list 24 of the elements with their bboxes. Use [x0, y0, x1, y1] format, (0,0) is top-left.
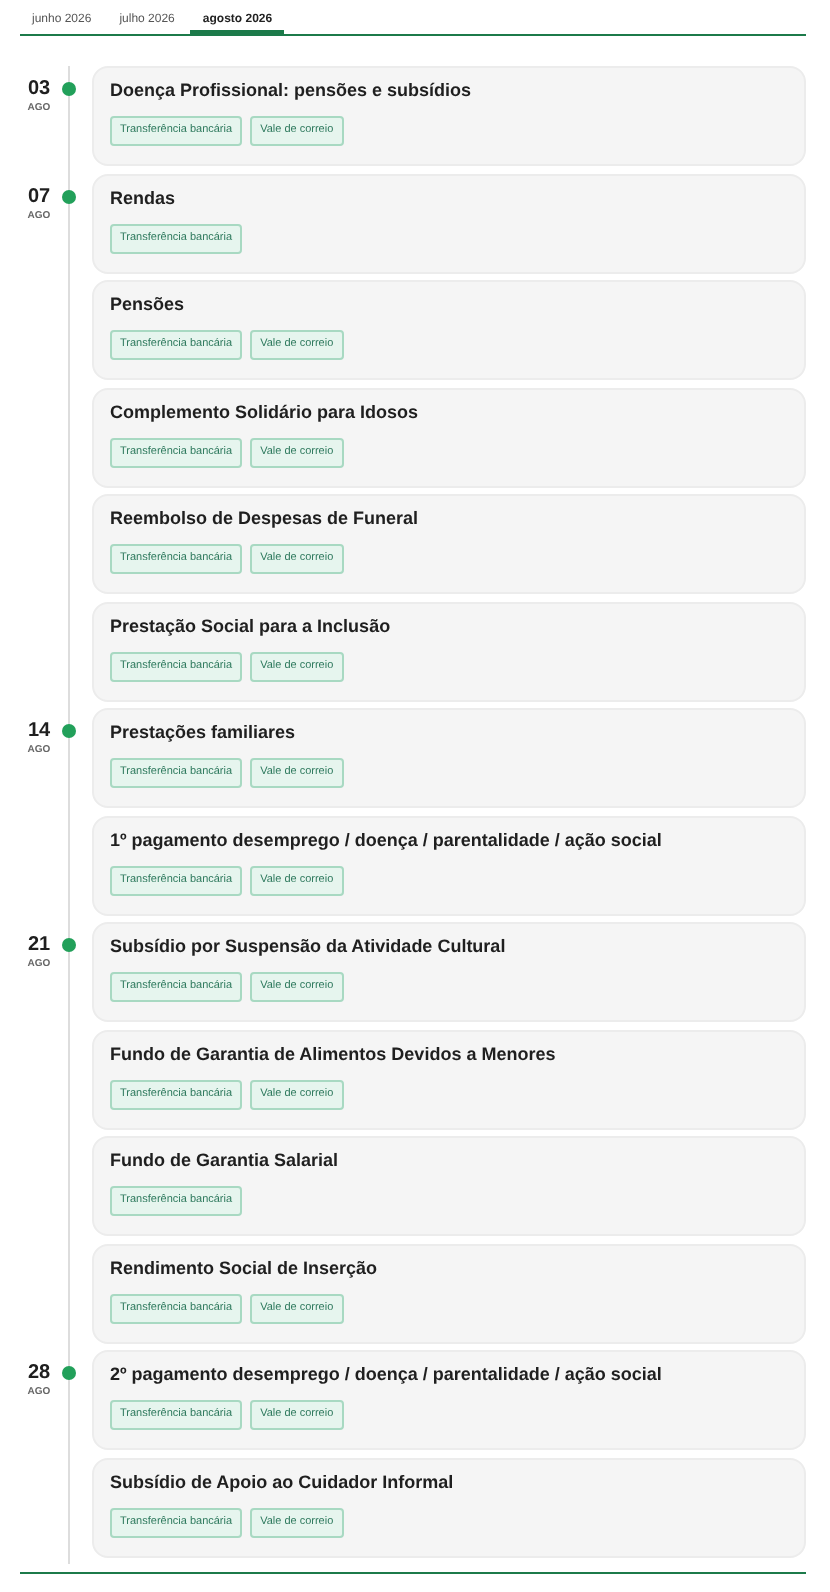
card-title: Rendimento Social de Inserção — [110, 1257, 380, 1279]
timeline-dot — [62, 938, 76, 952]
card-title: Doença Profissional: pensões e subsídios — [110, 80, 474, 102]
day-number: 21 — [27, 934, 51, 956]
card-title: 2º pagamento desemprego / doença / parentalidade / ação social — [110, 1364, 664, 1386]
card-title: 1º pagamento desemprego / doença / parentalidade / ação social — [110, 829, 664, 851]
card-title: Subsídio por Suspensão da Atividade Cultural — [110, 936, 508, 958]
card-title: Pensões — [110, 294, 187, 316]
card-title: Fundo de Garantia de Alimentos Devidos a Menores — [110, 1043, 558, 1065]
timeline-dot — [62, 724, 76, 738]
card-title: Subsídio de Apoio ao Cuidador Informal — [110, 1471, 456, 1493]
timeline-dot — [62, 1366, 76, 1380]
card-title: Rendas — [110, 187, 178, 209]
day-number: 28 — [27, 1362, 51, 1384]
day-number: 07 — [27, 185, 51, 207]
day-number: 03 — [27, 78, 51, 100]
card-title: Reembolso de Despesas de Funeral — [110, 508, 421, 530]
card-title: Prestações familiares — [110, 722, 298, 744]
day-number: 14 — [27, 720, 51, 742]
timeline-dot — [62, 189, 76, 203]
timeline-dot — [62, 82, 76, 96]
card-title: Fundo de Garantia Salarial — [110, 1150, 341, 1172]
card-title: Prestação Social para a Inclusão — [110, 615, 393, 637]
card-title: Complemento Solidário para Idosos — [110, 401, 421, 423]
